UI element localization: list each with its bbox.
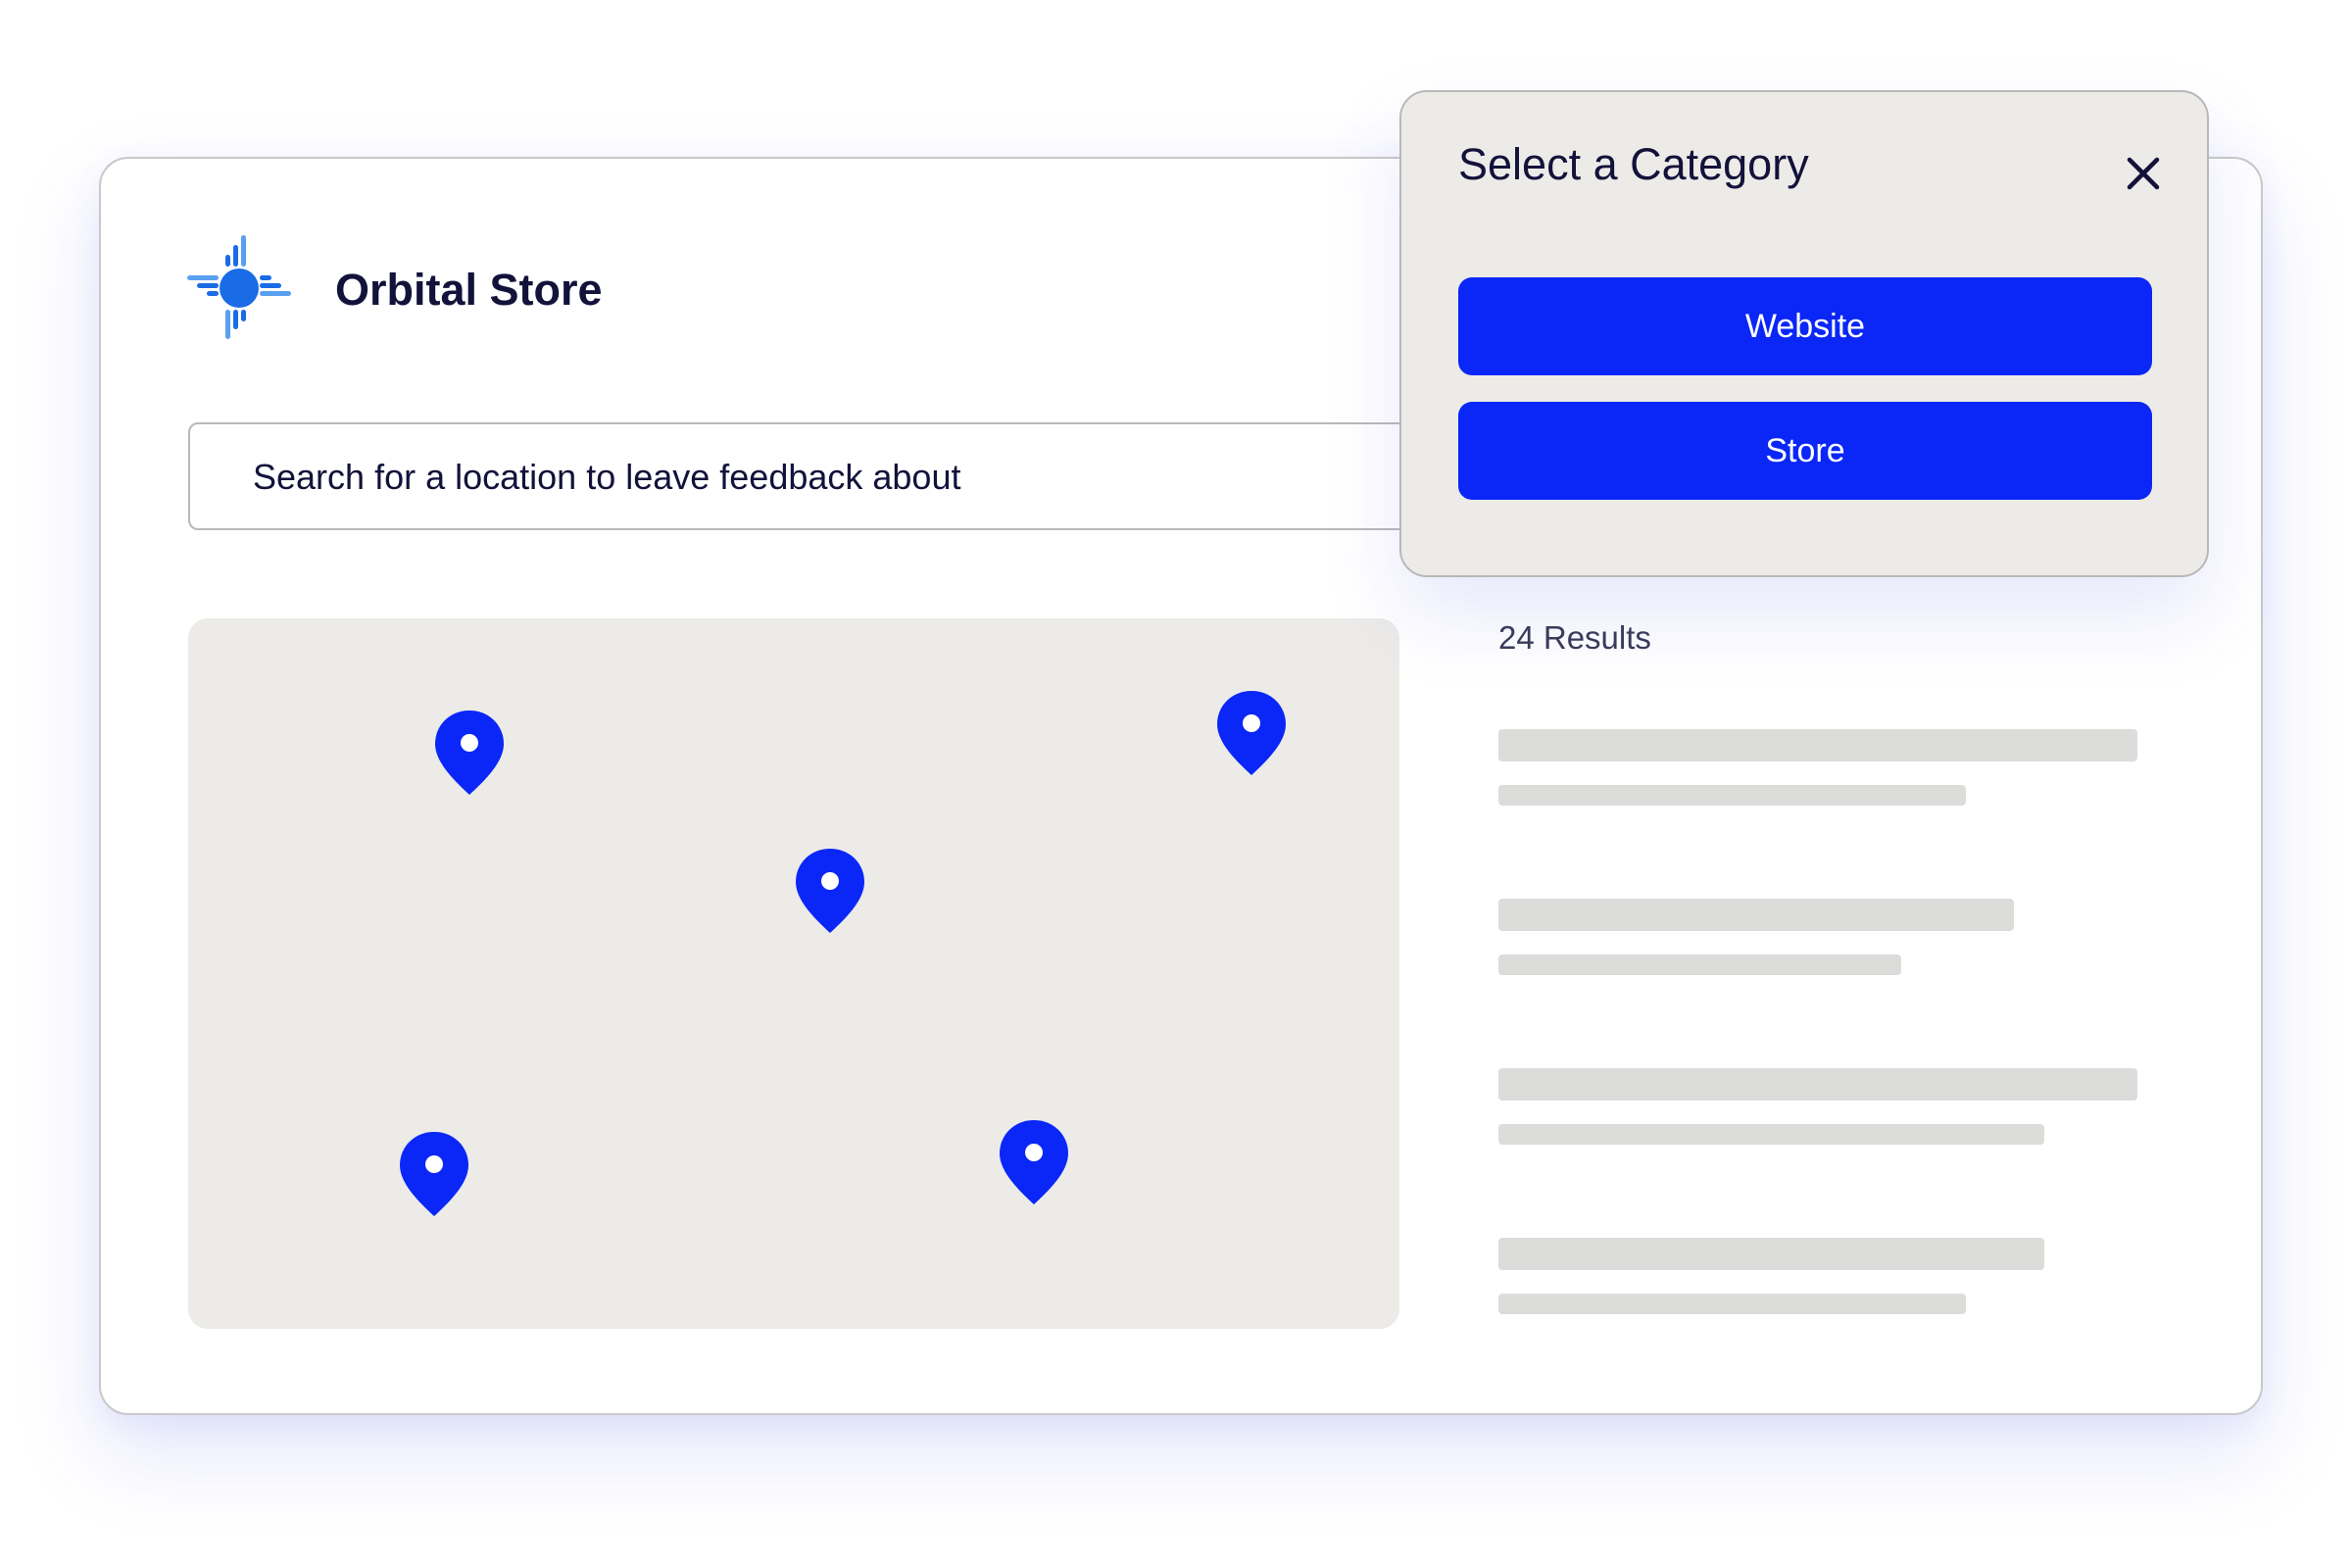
results-count: 24 Results <box>1498 619 1651 656</box>
result-placeholder-line <box>1498 899 2014 931</box>
map-pin-icon[interactable] <box>794 847 866 935</box>
category-popover: Select a Category Website Store <box>1399 90 2209 577</box>
search-placeholder-text: Search for a location to leave feedback … <box>253 457 961 497</box>
map-area[interactable] <box>188 618 1399 1329</box>
result-placeholder-line <box>1498 1294 1966 1314</box>
result-placeholder-line <box>1498 1124 2044 1145</box>
close-icon[interactable] <box>2117 147 2170 200</box>
result-placeholder-line <box>1498 785 1966 806</box>
result-placeholder-line <box>1498 729 2137 761</box>
result-placeholder-line <box>1498 955 1901 975</box>
map-pin-icon[interactable] <box>398 1130 470 1218</box>
map-pin-icon[interactable] <box>433 709 506 797</box>
stage: Orbital Store Search for a location to l… <box>0 0 2352 1568</box>
category-website-button[interactable]: Website <box>1458 277 2152 375</box>
result-placeholder-line <box>1498 1238 2044 1270</box>
orbital-logo-icon <box>187 235 291 339</box>
category-store-button[interactable]: Store <box>1458 402 2152 500</box>
brand-name: Orbital Store <box>335 265 603 315</box>
popover-title: Select a Category <box>1458 139 1809 189</box>
search-input[interactable]: Search for a location to leave feedback … <box>188 422 1482 530</box>
map-pin-icon[interactable] <box>998 1118 1070 1206</box>
result-placeholder-line <box>1498 1068 2137 1101</box>
map-pin-icon[interactable] <box>1215 689 1288 777</box>
